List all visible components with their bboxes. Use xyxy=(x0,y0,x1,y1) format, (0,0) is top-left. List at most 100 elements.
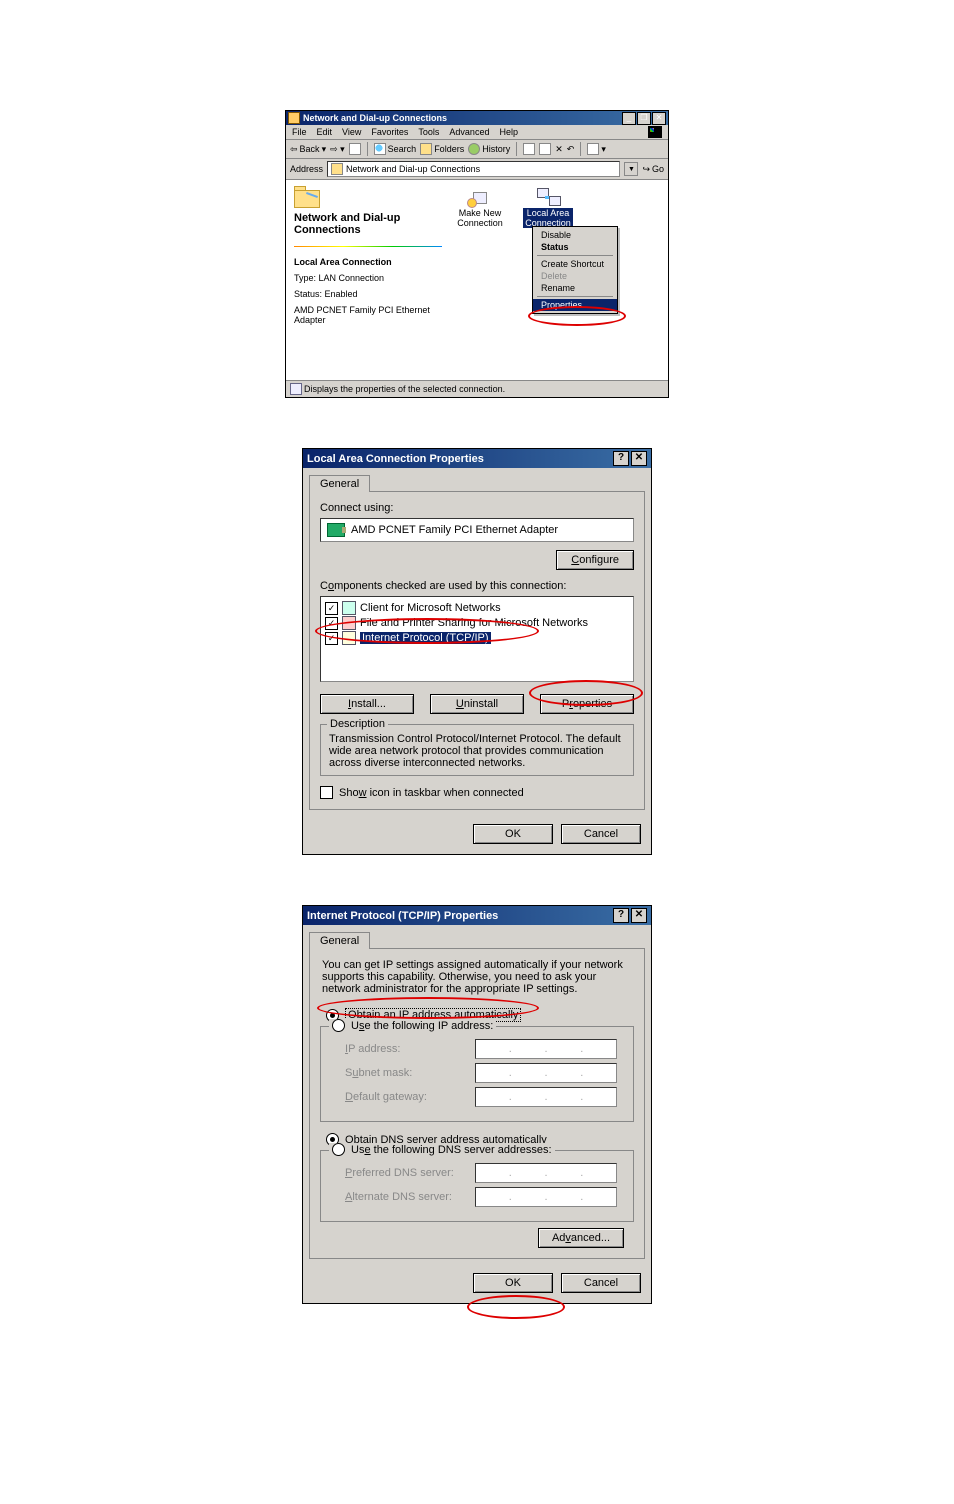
pref-dns-row: Preferred DNS server: ... xyxy=(345,1163,627,1183)
icon-area: Make New Connection Local Area Connectio… xyxy=(450,180,668,380)
configure-button[interactable]: Configure xyxy=(556,550,634,570)
views-button[interactable]: ▾ xyxy=(587,143,606,155)
menu-advanced[interactable]: Advanced xyxy=(449,127,489,137)
cancel-button[interactable]: Cancel xyxy=(561,1273,641,1293)
tcpip-properties-dialog: Internet Protocol (TCP/IP) Properties ? … xyxy=(302,905,652,1304)
lan-icon xyxy=(535,186,561,208)
static-dns-group: Use the following DNS server addresses: … xyxy=(320,1150,634,1222)
ctx-create-shortcut[interactable]: Create Shortcut xyxy=(533,258,617,270)
titlebar[interactable]: Local Area Connection Properties ? ✕ xyxy=(303,449,651,468)
menu-favorites[interactable]: Favorites xyxy=(371,127,408,137)
statusbar-icon xyxy=(290,383,302,395)
copyto-button[interactable] xyxy=(539,143,551,155)
ctx-delete: Delete xyxy=(533,270,617,282)
menu-help[interactable]: Help xyxy=(499,127,518,137)
minimize-button[interactable]: _ xyxy=(622,112,636,125)
history-button[interactable]: History xyxy=(468,143,510,155)
use-dns-radio[interactable]: Use the following DNS server addresses: xyxy=(329,1143,555,1156)
component-client[interactable]: Client for Microsoft Networks xyxy=(325,601,629,615)
address-icon xyxy=(331,163,343,175)
ctx-disable[interactable]: Disable xyxy=(533,229,617,241)
checkbox[interactable] xyxy=(325,602,338,615)
forward-button[interactable]: ⇨ ▾ xyxy=(330,144,345,155)
type-line: Type: LAN Connection xyxy=(294,273,442,283)
component-fileprint[interactable]: File and Printer Sharing for Microsoft N… xyxy=(325,616,629,630)
connect-using-label: Connect using: xyxy=(320,502,634,514)
help-button[interactable]: ? xyxy=(613,908,629,923)
gateway-input: ... xyxy=(475,1087,617,1107)
uninstall-button[interactable]: Uninstall xyxy=(430,694,524,714)
window-title: Network and Dial-up Connections xyxy=(303,113,621,123)
subnet-input: ... xyxy=(475,1063,617,1083)
advanced-button[interactable]: Advanced... xyxy=(538,1228,624,1248)
address-label: Address xyxy=(290,164,323,174)
titlebar[interactable]: Internet Protocol (TCP/IP) Properties ? … xyxy=(303,906,651,925)
network-connections-window: Network and Dial-up Connections _ ❐ ✕ Fi… xyxy=(285,110,669,398)
components-label: Components checked are used by this conn… xyxy=(320,580,634,592)
window-icon xyxy=(288,112,300,124)
menu-file[interactable]: File xyxy=(292,127,307,137)
ctx-properties[interactable]: Properties xyxy=(533,299,617,311)
menu-edit[interactable]: Edit xyxy=(317,127,333,137)
close-button[interactable]: ✕ xyxy=(652,112,666,125)
show-icon-row[interactable]: Show icon in taskbar when connected xyxy=(320,786,634,799)
subnet-row: Subnet mask: ... xyxy=(345,1063,627,1083)
ok-button[interactable]: OK xyxy=(473,824,553,844)
install-button[interactable]: Install... xyxy=(320,694,414,714)
toolbar: ⇦ Back ▾ ⇨ ▾ Search Folders History ✕ ↶ … xyxy=(286,140,668,159)
checkbox[interactable] xyxy=(320,786,333,799)
tab-general[interactable]: General xyxy=(309,932,370,949)
folders-button[interactable]: Folders xyxy=(420,143,464,155)
pref-dns-input: ... xyxy=(475,1163,617,1183)
menu-tools[interactable]: Tools xyxy=(418,127,439,137)
statusbar: Displays the properties of the selected … xyxy=(286,380,668,397)
up-button[interactable] xyxy=(349,143,361,155)
moveto-button[interactable] xyxy=(523,143,535,155)
checkbox[interactable] xyxy=(325,632,338,645)
use-ip-radio[interactable]: Use the following IP address: xyxy=(329,1019,496,1032)
menubar: File Edit View Favorites Tools Advanced … xyxy=(286,125,668,140)
wizard-icon xyxy=(467,186,493,208)
description-group: Description Transmission Control Protoco… xyxy=(320,724,634,776)
ok-button[interactable]: OK xyxy=(473,1273,553,1293)
address-dropdown[interactable]: ▼ xyxy=(624,162,638,176)
make-new-connection-icon[interactable]: Make New Connection xyxy=(456,186,504,228)
radio[interactable] xyxy=(332,1143,345,1156)
close-button[interactable]: ✕ xyxy=(631,451,647,466)
undo-button[interactable]: ↶ xyxy=(567,144,575,155)
alt-dns-input: ... xyxy=(475,1187,617,1207)
menu-view[interactable]: View xyxy=(342,127,361,137)
titlebar[interactable]: Network and Dial-up Connections _ ❐ ✕ xyxy=(286,111,668,125)
context-menu: Disable Status Create Shortcut Delete Re… xyxy=(532,226,618,314)
checkbox[interactable] xyxy=(325,617,338,630)
info-panel: Network and Dial-up Connections Local Ar… xyxy=(286,180,450,380)
alt-dns-row: Alternate DNS server: ... xyxy=(345,1187,627,1207)
maximize-button[interactable]: ❐ xyxy=(637,112,651,125)
address-input[interactable]: Network and Dial-up Connections xyxy=(327,161,620,177)
delete-button[interactable]: ✕ xyxy=(555,144,563,155)
nic-icon xyxy=(327,523,345,537)
close-button[interactable]: ✕ xyxy=(631,908,647,923)
local-area-connection-icon[interactable]: Local Area Connection xyxy=(524,186,572,228)
address-bar: Address Network and Dial-up Connections … xyxy=(286,159,668,180)
search-button[interactable]: Search xyxy=(374,143,417,155)
cancel-button[interactable]: Cancel xyxy=(561,824,641,844)
ctx-status[interactable]: Status xyxy=(533,241,617,253)
back-button[interactable]: ⇦ Back ▾ xyxy=(290,144,326,155)
gateway-row: Default gateway: ... xyxy=(345,1087,627,1107)
properties-button[interactable]: Properties xyxy=(540,694,634,714)
ctx-rename[interactable]: Rename xyxy=(533,282,617,294)
tab-general[interactable]: General xyxy=(309,475,370,492)
selected-name: Local Area Connection xyxy=(294,257,442,267)
static-ip-group: Use the following IP address: IP address… xyxy=(320,1026,634,1122)
adapter-field: AMD PCNET Family PCI Ethernet Adapter xyxy=(320,518,634,542)
radio[interactable] xyxy=(332,1019,345,1032)
help-button[interactable]: ? xyxy=(613,451,629,466)
adapter-line: AMD PCNET Family PCI Ethernet Adapter xyxy=(294,305,442,325)
lac-properties-dialog: Local Area Connection Properties ? ✕ Gen… xyxy=(302,448,652,855)
folder-icon xyxy=(294,186,322,208)
go-button[interactable]: ↪Go xyxy=(642,164,664,175)
component-tcpip[interactable]: Internet Protocol (TCP/IP) xyxy=(325,631,629,645)
components-list[interactable]: Client for Microsoft Networks File and P… xyxy=(320,596,634,682)
ip-address-input: ... xyxy=(475,1039,617,1059)
